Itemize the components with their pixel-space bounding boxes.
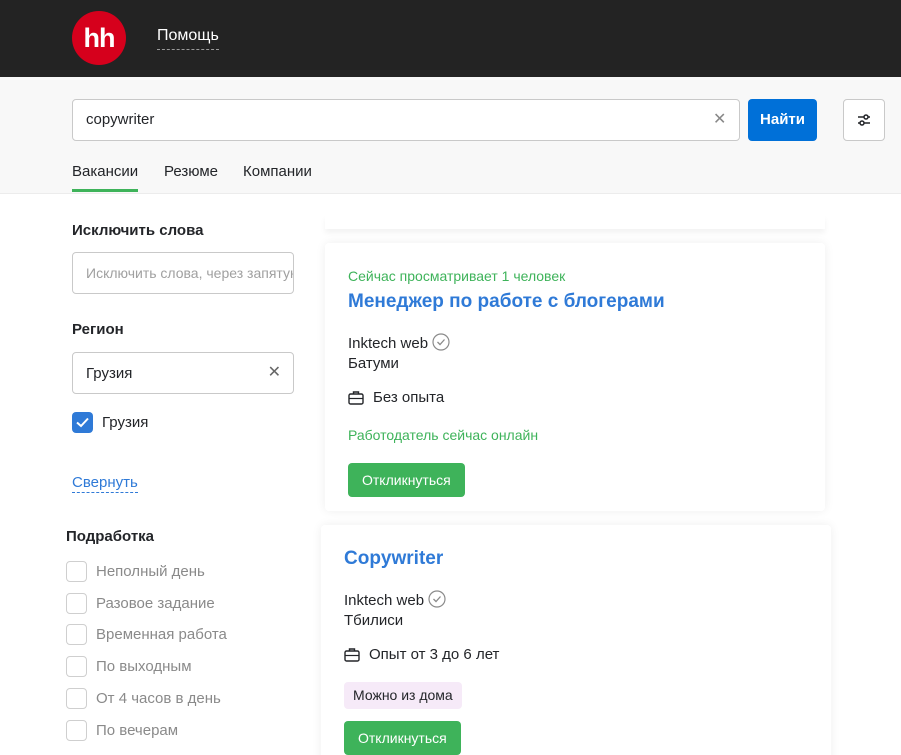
tab-resumes[interactable]: Резюме [164, 163, 218, 180]
vacancy-title-link[interactable]: Менеджер по работе с блогерами [348, 291, 665, 313]
briefcase-icon [344, 648, 360, 662]
checkbox[interactable] [66, 720, 87, 741]
remote-work-badge: Можно из дома [344, 682, 462, 709]
viewing-now-text: Сейчас просматривает 1 человек [348, 268, 566, 284]
checkbox[interactable] [66, 561, 87, 582]
checkmark-icon [76, 417, 89, 428]
checkbox[interactable] [66, 688, 87, 709]
parttime-option-label: По выходным [96, 658, 192, 675]
help-link[interactable]: Помощь [157, 27, 219, 50]
parttime-option-label: Разовое задание [96, 595, 215, 612]
advanced-search-button[interactable] [843, 99, 885, 141]
checkbox[interactable] [66, 656, 87, 677]
hh-logo[interactable]: hh [72, 11, 126, 65]
company-name: Inktech web [348, 335, 429, 352]
region-checkbox-label: Грузия [102, 414, 149, 431]
region-value: Грузия [86, 365, 133, 382]
checkbox[interactable] [66, 624, 87, 645]
find-button[interactable]: Найти [748, 99, 817, 141]
parttime-option-label: Неполный день [96, 563, 205, 580]
vacancy-card: Сейчас просматривает 1 человек Менеджер … [325, 243, 825, 511]
previous-card-edge [325, 215, 825, 229]
region-heading: Регион [72, 321, 124, 338]
checkbox-checked[interactable] [72, 412, 93, 433]
employer-online-status: Работодатель сейчас онлайн [348, 427, 539, 443]
vacancy-card: Copywriter Inktech web Тбилиси Опыт от 3… [321, 525, 831, 755]
parttime-option-label: По вечерам [96, 722, 179, 739]
search-query[interactable]: copywriter [86, 111, 154, 128]
settings-sliders-icon [858, 114, 870, 126]
tab-vacancies[interactable]: Вакансии [72, 163, 139, 192]
verified-check-icon [432, 333, 450, 351]
vacancy-city: Тбилиси [344, 612, 404, 629]
parttime-heading: Подработка [66, 528, 155, 545]
search-input[interactable]: copywriter ✕ [72, 99, 740, 141]
search-area: copywriter ✕ Найти Вакансии Резюме Компа… [0, 77, 901, 194]
clear-region-icon[interactable]: ✕ [268, 364, 281, 382]
clear-search-icon[interactable]: ✕ [713, 111, 727, 129]
experience-text: Опыт от 3 до 6 лет [369, 646, 500, 663]
exclude-words-placeholder: Исключить слова, через запятую [86, 265, 294, 281]
parttime-option-label: От 4 часов в день [96, 690, 221, 707]
company-name: Inktech web [344, 592, 425, 609]
verified-check-icon [428, 590, 446, 608]
exclude-words-heading: Исключить слова [72, 222, 204, 239]
tab-companies[interactable]: Компании [243, 163, 312, 180]
apply-button[interactable]: Откликнуться [344, 721, 461, 755]
briefcase-icon [348, 391, 364, 405]
vacancy-title-link[interactable]: Copywriter [344, 548, 443, 570]
company-link[interactable]: Inktech web [348, 333, 450, 352]
exclude-words-input[interactable]: Исключить слова, через запятую [72, 252, 294, 294]
parttime-option-label: Временная работа [96, 626, 227, 643]
experience-text: Без опыта [373, 389, 445, 406]
vacancy-city: Батуми [348, 355, 399, 372]
collapse-link[interactable]: Свернуть [72, 474, 138, 493]
company-link[interactable]: Inktech web [344, 590, 446, 609]
region-input[interactable]: Грузия ✕ [72, 352, 294, 394]
checkbox[interactable] [66, 593, 87, 614]
apply-button[interactable]: Откликнуться [348, 463, 465, 497]
top-bar: hh Помощь [0, 0, 901, 77]
